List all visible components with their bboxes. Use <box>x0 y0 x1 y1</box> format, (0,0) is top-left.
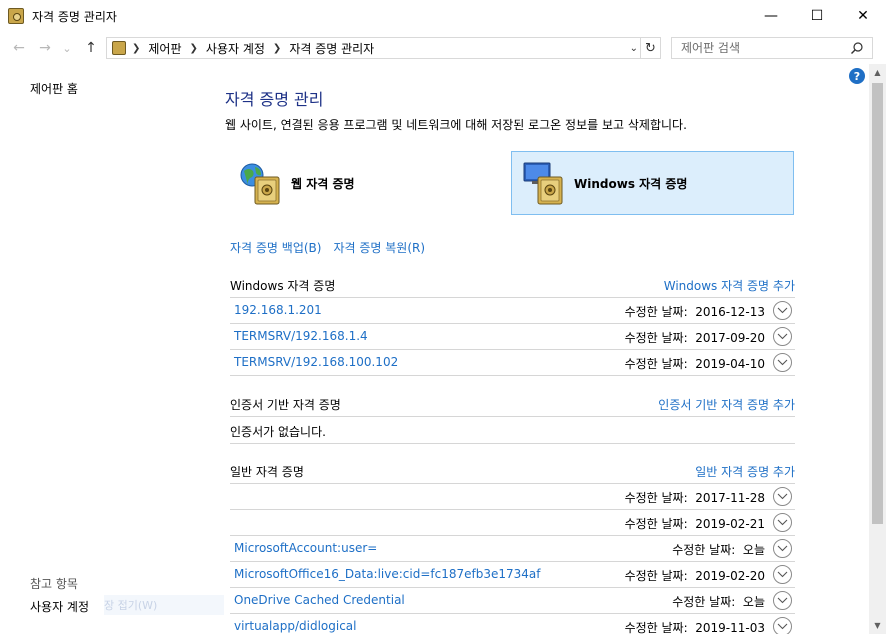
maximize-button[interactable]: ☐ <box>794 0 840 32</box>
control-panel-icon <box>112 41 126 55</box>
divider <box>230 443 795 444</box>
windows-credential-vault-icon <box>523 162 563 205</box>
credential-name[interactable]: TERMSRV/192.168.1.4 <box>234 329 368 343</box>
left-navigation-pane: 제어판 홈 장 접기(W) 참고 항목 사용자 계정 <box>0 64 224 634</box>
credential-manager-icon <box>8 8 24 24</box>
credential-modified-date: 수정한 날짜: 2017-11-28 <box>624 491 765 505</box>
title-bar: 자격 증명 관리자 — ☐ ✕ <box>0 0 886 32</box>
credential-row[interactable]: virtualapp/didlogical 수정한 날짜: 2019-11-03 <box>230 614 795 634</box>
minimize-button[interactable]: — <box>748 0 794 32</box>
add-windows-credential-link[interactable]: Windows 자격 증명 추가 <box>664 277 795 294</box>
window-title: 자격 증명 관리자 <box>32 9 117 24</box>
credential-modified-date: 수정한 날짜: 2016-12-13 <box>624 305 765 319</box>
see-also-heading: 참고 항목 <box>30 577 78 591</box>
credential-name[interactable]: MicrosoftAccount:user= <box>234 541 377 555</box>
navigation-bar: ← → ⌄ ↑ ❯ 제어판 ❯ 사용자 계정 ❯ 자격 증명 관리자 ⌄ ↻ <box>0 32 886 64</box>
backup-restore-links: 자격 증명 백업(B) 자격 증명 복원(R) <box>230 239 425 256</box>
breadcrumb-separator-icon: ❯ <box>189 42 198 54</box>
breadcrumb-credential-manager[interactable]: 자격 증명 관리자 <box>289 40 374 57</box>
expand-chevron-icon[interactable] <box>773 487 792 506</box>
breadcrumb-separator-icon: ❯ <box>132 42 141 54</box>
page-title: 자격 증명 관리 <box>225 90 324 109</box>
scroll-down-arrow-icon[interactable]: ▼ <box>869 617 886 634</box>
address-bar[interactable]: ❯ 제어판 ❯ 사용자 계정 ❯ 자격 증명 관리자 ⌄ ↻ <box>106 37 661 59</box>
section-title: 일반 자격 증명 <box>230 464 304 479</box>
scrollbar-thumb[interactable] <box>872 83 883 524</box>
expand-chevron-icon[interactable] <box>773 565 792 584</box>
credential-modified-date: 수정한 날짜: 오늘 <box>672 595 765 609</box>
windows-credentials-label: Windows 자격 증명 <box>574 176 688 191</box>
credential-name[interactable]: TERMSRV/192.168.100.102 <box>234 355 398 369</box>
search-input[interactable] <box>681 41 851 55</box>
restore-credentials-link[interactable]: 자격 증명 복원(R) <box>333 239 425 256</box>
see-also-user-accounts-link[interactable]: 사용자 계정 <box>30 598 89 615</box>
address-dropdown-chevron-icon[interactable]: ⌄ <box>630 38 638 58</box>
credential-name[interactable]: virtualapp/didlogical <box>234 619 356 633</box>
credential-modified-date: 수정한 날짜: 2017-09-20 <box>624 331 765 345</box>
breadcrumb-control-panel[interactable]: 제어판 <box>148 40 181 57</box>
window-controls: — ☐ ✕ <box>748 0 886 32</box>
add-generic-credential-link[interactable]: 일반 자격 증명 추가 <box>695 463 795 480</box>
generic-credentials-header: 일반 자격 증명 일반 자격 증명 추가 <box>230 459 795 483</box>
faded-overlay-text: 장 접기(W) <box>104 595 224 615</box>
close-button[interactable]: ✕ <box>840 0 886 32</box>
credential-row[interactable]: TERMSRV/192.168.1.4 수정한 날짜: 2017-09-20 <box>230 324 795 350</box>
credential-modified-date: 수정한 날짜: 2019-04-10 <box>624 357 765 371</box>
no-certificates-text: 인증서가 없습니다. <box>230 425 326 439</box>
divider <box>230 416 795 417</box>
credential-row[interactable]: OneDrive Cached Credential 수정한 날짜: 오늘 <box>230 588 795 614</box>
credential-row[interactable]: 192.168.1.201 수정한 날짜: 2016-12-13 <box>230 298 795 324</box>
backup-credentials-link[interactable]: 자격 증명 백업(B) <box>230 239 321 256</box>
search-box <box>671 37 873 59</box>
credential-name[interactable]: 192.168.1.201 <box>234 303 322 317</box>
web-credentials-tile[interactable]: 웹 자격 증명 <box>229 151 511 215</box>
credential-name[interactable]: MicrosoftOffice16_Data:live:cid=fc187efb… <box>234 567 541 581</box>
credential-row[interactable]: MicrosoftOffice16_Data:live:cid=fc187efb… <box>230 562 795 588</box>
expand-chevron-icon[interactable] <box>773 353 792 372</box>
expand-chevron-icon[interactable] <box>773 327 792 346</box>
up-arrow-icon[interactable]: ↑ <box>79 36 103 60</box>
section-title: Windows 자격 증명 <box>230 278 336 293</box>
forward-arrow-icon[interactable]: → <box>35 36 55 60</box>
vertical-scrollbar[interactable]: ▲ ▼ <box>869 64 886 634</box>
credential-row[interactable]: TERMSRV/192.168.100.102 수정한 날짜: 2019-04-… <box>230 350 795 376</box>
add-certificate-credential-link[interactable]: 인증서 기반 자격 증명 추가 <box>658 396 795 413</box>
section-title: 인증서 기반 자격 증명 <box>230 397 341 412</box>
web-credential-vault-icon <box>240 163 280 205</box>
credential-modified-date: 수정한 날짜: 2019-02-20 <box>624 569 765 583</box>
expand-chevron-icon[interactable] <box>773 513 792 532</box>
windows-credentials-header: Windows 자격 증명 Windows 자격 증명 추가 <box>230 273 795 297</box>
web-credentials-label: 웹 자격 증명 <box>291 176 355 191</box>
credential-row[interactable]: 수정한 날짜: 2017-11-28 <box>230 484 795 510</box>
breadcrumb-user-accounts[interactable]: 사용자 계정 <box>206 40 265 57</box>
refresh-icon[interactable]: ↻ <box>640 38 660 58</box>
expand-chevron-icon[interactable] <box>773 591 792 610</box>
credential-row[interactable]: MicrosoftAccount:user= 수정한 날짜: 오늘 <box>230 536 795 562</box>
expand-chevron-icon[interactable] <box>773 539 792 558</box>
credential-modified-date: 수정한 날짜: 오늘 <box>672 543 765 557</box>
credential-modified-date: 수정한 날짜: 2019-02-21 <box>624 517 765 531</box>
credential-modified-date: 수정한 날짜: 2019-11-03 <box>624 621 765 634</box>
breadcrumb-separator-icon: ❯ <box>272 42 282 54</box>
credential-row[interactable]: 수정한 날짜: 2019-02-21 <box>230 510 795 536</box>
windows-credentials-tile[interactable]: Windows 자격 증명 <box>511 151 794 215</box>
page-description: 웹 사이트, 연결된 응용 프로그램 및 네트워크에 대해 저장된 로그온 정보… <box>225 118 687 132</box>
credential-name[interactable]: OneDrive Cached Credential <box>234 593 405 607</box>
search-icon[interactable] <box>850 41 864 55</box>
certificate-credentials-header: 인증서 기반 자격 증명 인증서 기반 자격 증명 추가 <box>230 392 795 416</box>
back-arrow-icon[interactable]: ← <box>9 36 29 60</box>
expand-chevron-icon[interactable] <box>773 301 792 320</box>
scroll-up-arrow-icon[interactable]: ▲ <box>869 64 886 81</box>
recent-locations-chevron-icon[interactable]: ⌄ <box>57 36 77 60</box>
control-panel-home-link[interactable]: 제어판 홈 <box>30 80 78 97</box>
help-icon[interactable]: ? <box>849 68 865 84</box>
expand-chevron-icon[interactable] <box>773 617 792 634</box>
